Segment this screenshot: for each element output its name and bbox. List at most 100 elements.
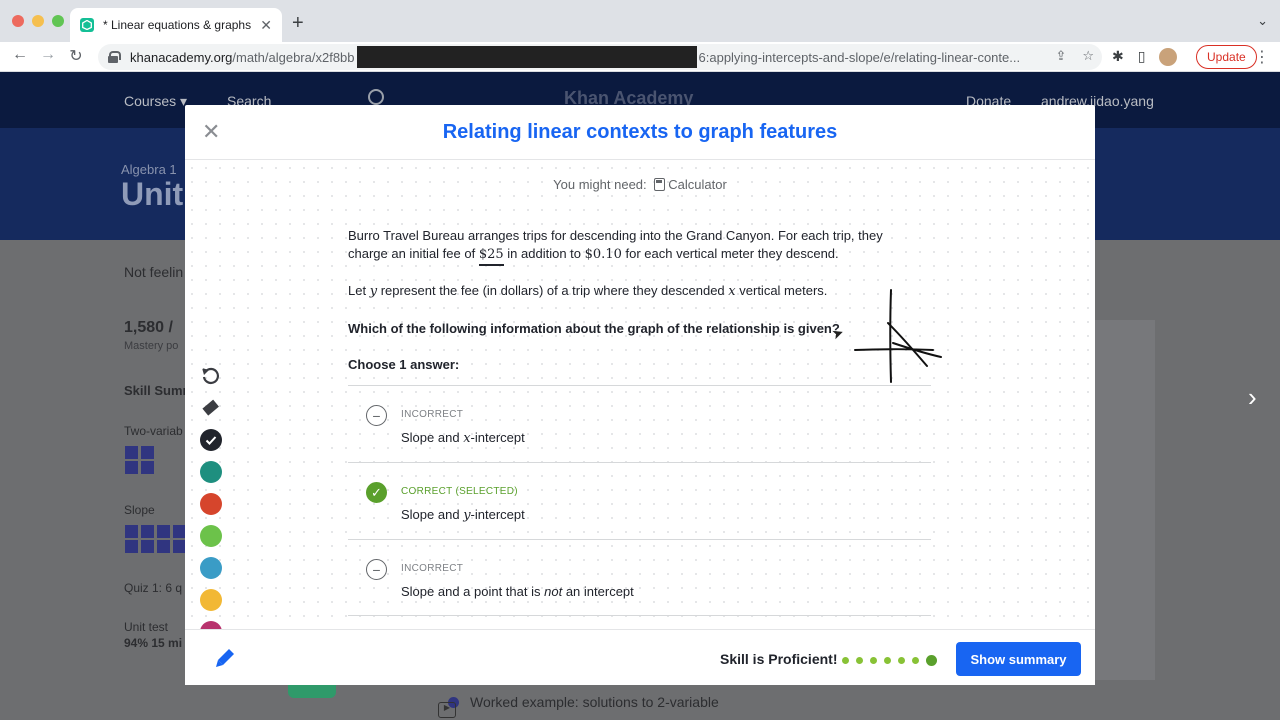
tools-needed-label: You might need:: [553, 177, 647, 192]
answer-text-b: -intercept: [470, 430, 525, 445]
var-x: x: [728, 284, 736, 299]
tab-title: * Linear equations & graphs | A: [103, 18, 255, 32]
let-text-2: represent the fee (in dollars) of a trip…: [380, 283, 725, 298]
tab-close-icon[interactable]: ✕: [260, 17, 272, 34]
share-icon[interactable]: ⇪: [1055, 48, 1066, 64]
skill-two-variable[interactable]: Two-variab: [124, 424, 183, 438]
progress-block: [141, 446, 154, 459]
variable-definition: Let y represent the fee (in dollars) of …: [348, 283, 827, 299]
answer-status: CORRECT (SELECTED): [401, 486, 518, 497]
progress-block: [157, 525, 170, 538]
let-text-1: Let: [348, 283, 367, 298]
skill-slope[interactable]: Slope: [124, 503, 155, 517]
incorrect-minus-icon: −: [366, 405, 387, 426]
progress-block: [141, 540, 154, 553]
progress-block: [125, 461, 138, 474]
unit-test-score: 94% 15 mi: [124, 636, 183, 650]
khan-favicon-icon: [80, 18, 94, 32]
mastery-label: Mastery po: [124, 340, 179, 352]
reload-icon[interactable]: ↻: [66, 46, 86, 66]
correct-check-icon: ✓: [366, 482, 387, 503]
hand-drawn-sketch: [854, 289, 942, 383]
update-button[interactable]: Update: [1196, 45, 1257, 69]
calculator-icon[interactable]: [654, 178, 666, 191]
answer-status: INCORRECT: [401, 409, 464, 420]
answer-text-a: Slope and: [401, 507, 460, 522]
green-progress-tab: [288, 684, 336, 698]
forward-icon[interactable]: →: [38, 46, 58, 64]
pen-color-black-selected[interactable]: [200, 429, 222, 451]
exercise-title: Relating linear contexts to graph featur…: [442, 121, 838, 143]
streak-dot: [842, 657, 849, 664]
streak-dots: [842, 655, 937, 666]
answer-choice-1[interactable]: − INCORRECT Slope and x-intercept: [348, 385, 931, 462]
answer-text-a: Slope and: [401, 430, 460, 445]
eraser-icon[interactable]: [200, 397, 222, 419]
address-bar[interactable]: khanacademy.org/math/algebra/x2f8bb 6:app…: [98, 44, 1102, 70]
url-path-start: /math/algebra/x2f8bb: [232, 49, 355, 65]
pen-color-yellow[interactable]: [200, 589, 222, 611]
not-feeling-text: Not feelin: [124, 264, 184, 280]
calculator-link[interactable]: Calculator: [668, 177, 727, 192]
profile-avatar[interactable]: [1159, 48, 1178, 66]
search-icon[interactable]: [368, 89, 384, 105]
extensions-icon[interactable]: ✱: [1112, 48, 1124, 66]
question-text: Which of the following information about…: [348, 321, 840, 336]
skill-progress-blocks: [125, 525, 186, 538]
skill-status: Skill is Proficient!: [720, 651, 838, 667]
answer-var: x: [463, 431, 471, 446]
window-minimize-button[interactable]: [32, 15, 44, 27]
tab-search-icon[interactable]: ⌄: [1257, 13, 1268, 29]
url-host: khanacademy.org: [130, 49, 233, 65]
courses-menu[interactable]: Courses ▾: [124, 93, 187, 110]
streak-dot: [898, 657, 905, 664]
menu-kebab-icon[interactable]: ⋮: [1254, 47, 1270, 67]
course-label[interactable]: Algebra 1: [121, 162, 177, 177]
lock-icon[interactable]: [108, 51, 121, 63]
bookmark-star-icon[interactable]: ☆: [1082, 48, 1094, 64]
back-icon[interactable]: ←: [10, 46, 30, 64]
next-chevron-icon[interactable]: ›: [1248, 382, 1257, 413]
problem-text-3: for each vertical meter they descend.: [625, 246, 839, 261]
skill-progress-blocks: [125, 461, 154, 474]
pen-color-green[interactable]: [200, 525, 222, 547]
window-zoom-button[interactable]: [52, 15, 64, 27]
answer-text: Slope and y-intercept: [401, 507, 525, 523]
url-redaction: [356, 46, 697, 68]
var-y: y: [369, 284, 378, 299]
exercise-body[interactable]: You might need: Calculator Burro Travel …: [185, 161, 1095, 675]
let-text-3: vertical meters.: [739, 283, 828, 298]
unit-title: Unit: [121, 176, 184, 212]
quiz-link[interactable]: Quiz 1: 6 q: [124, 581, 182, 595]
scratchpad-pen-icon[interactable]: [213, 646, 237, 670]
show-summary-button[interactable]: Show summary: [956, 642, 1081, 676]
undo-icon[interactable]: [200, 365, 222, 387]
answer-status: INCORRECT: [401, 563, 464, 574]
worked-example-link[interactable]: Worked example: solutions to 2-variable: [470, 694, 719, 710]
fee-value: $25: [478, 247, 504, 266]
progress-block: [157, 540, 170, 553]
skill-progress-blocks: [125, 446, 154, 459]
url-path-end: 6:applying-intercepts-and-slope/e/relati…: [698, 49, 1021, 65]
mastery-points: 1,580 /: [124, 319, 173, 336]
problem-text-2: in addition to: [507, 246, 582, 261]
progress-block: [141, 461, 154, 474]
pen-color-blue[interactable]: [200, 557, 222, 579]
browser-toolbar: ← → ↻ khanacademy.org/math/algebra/x2f8b…: [0, 42, 1280, 72]
progress-block: [125, 446, 138, 459]
answer-choice-2[interactable]: ✓ CORRECT (SELECTED) Slope and y-interce…: [348, 462, 931, 539]
exercise-modal: ✕ Relating linear contexts to graph feat…: [185, 105, 1095, 685]
modal-header: ✕ Relating linear contexts to graph feat…: [185, 105, 1095, 160]
pen-color-red[interactable]: [200, 493, 222, 515]
pen-color-teal[interactable]: [200, 461, 222, 483]
problem-statement: Burro Travel Bureau arranges trips for d…: [348, 227, 918, 266]
answer-choice-3[interactable]: − INCORRECT Slope and a point that is no…: [348, 539, 931, 616]
unit-test-link[interactable]: Unit test: [124, 620, 168, 634]
streak-dot: [870, 657, 877, 664]
window-close-button[interactable]: [12, 15, 24, 27]
browser-tab-active[interactable]: * Linear equations & graphs | A ✕: [70, 8, 282, 42]
new-tab-button[interactable]: +: [292, 12, 304, 35]
answer-text-b: an intercept: [565, 584, 634, 599]
side-panel-icon[interactable]: ▯: [1138, 48, 1146, 66]
streak-dot: [856, 657, 863, 664]
